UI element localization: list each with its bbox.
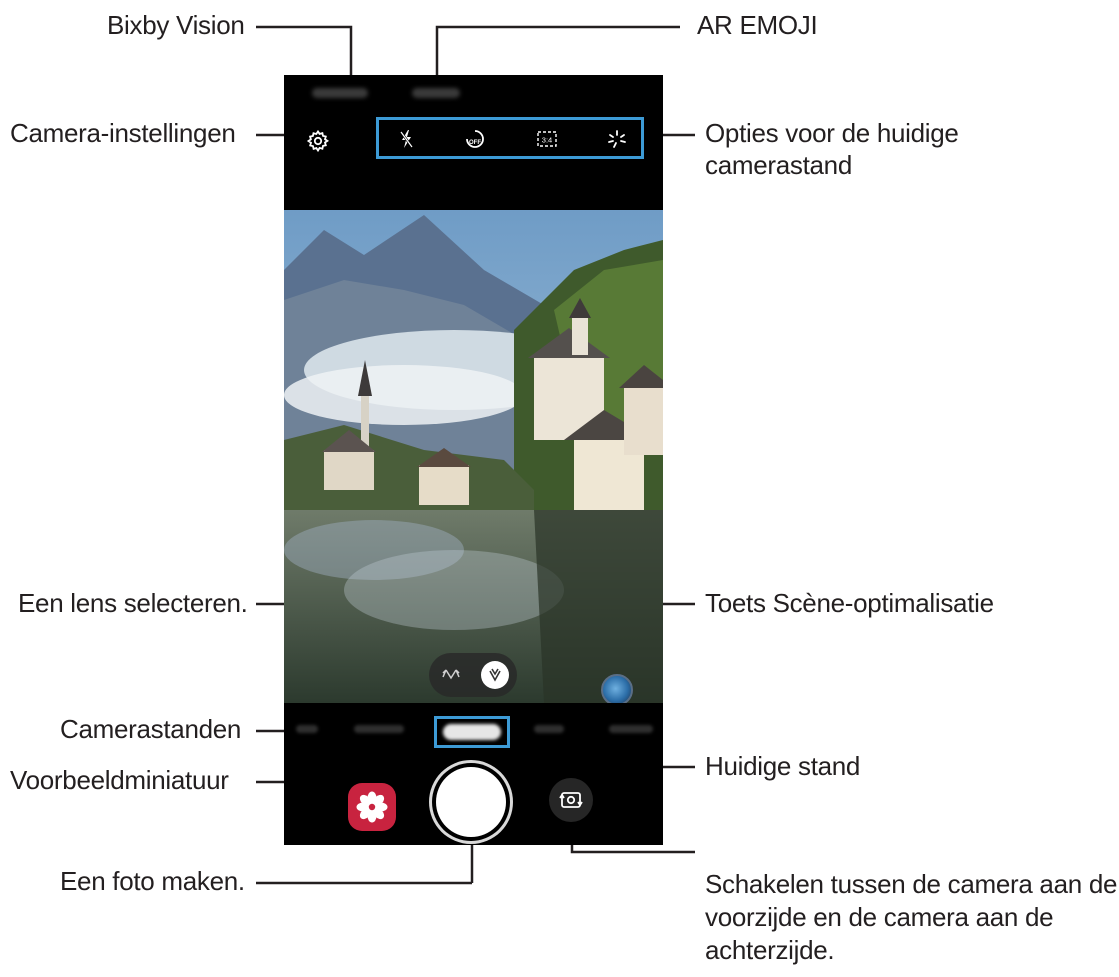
timer-off-label: OFF bbox=[469, 140, 481, 146]
switch-camera-icon bbox=[559, 792, 583, 808]
aspect-ratio-icon[interactable]: 3:4 bbox=[535, 128, 559, 150]
mode-item[interactable] bbox=[534, 725, 564, 733]
preview-thumbnail[interactable] bbox=[348, 783, 396, 831]
mode-item[interactable] bbox=[354, 725, 404, 733]
shutter-button[interactable] bbox=[436, 767, 506, 837]
flash-off-icon[interactable] bbox=[395, 128, 419, 150]
mode-item[interactable] bbox=[609, 725, 653, 733]
mode-options-bar: OFF 3:4 bbox=[376, 117, 644, 159]
callout-current-mode: Huidige stand bbox=[705, 751, 861, 781]
current-mode-indicator[interactable] bbox=[434, 716, 510, 748]
ultra-wide-lens-icon[interactable] bbox=[481, 661, 509, 689]
camera-viewfinder[interactable] bbox=[284, 210, 663, 703]
mode-item[interactable] bbox=[296, 725, 318, 733]
wide-lens-icon[interactable] bbox=[437, 661, 465, 689]
callout-select-lens: Een lens selecteren. bbox=[18, 588, 248, 618]
bixby-vision-button[interactable] bbox=[312, 88, 368, 98]
filter-icon[interactable] bbox=[605, 128, 629, 150]
ar-emoji-button[interactable] bbox=[412, 88, 460, 98]
callout-camera-settings: Camera-instellingen bbox=[10, 118, 236, 148]
callout-switch-camera-line3: achterzijde. bbox=[705, 935, 835, 965]
callout-take-photo: Een foto maken. bbox=[60, 866, 245, 896]
callout-mode-options-line2: camerastand bbox=[705, 150, 852, 180]
camera-top-bar: OFF 3:4 bbox=[284, 75, 663, 210]
phone-screen: OFF 3:4 bbox=[284, 75, 663, 845]
switch-camera-button[interactable] bbox=[549, 778, 593, 822]
lens-selector bbox=[429, 653, 517, 697]
callout-switch-camera-line2: voorzijde en de camera aan de bbox=[705, 902, 1054, 932]
callout-ar-emoji: AR EMOJI bbox=[697, 10, 818, 40]
camera-modes-bar bbox=[284, 703, 663, 753]
scene-optimizer-button[interactable] bbox=[601, 674, 633, 706]
gallery-flower-icon bbox=[356, 791, 388, 823]
callout-mode-options-line1: Opties voor de huidige bbox=[705, 118, 959, 148]
gear-icon[interactable] bbox=[306, 129, 330, 153]
callout-switch-camera-line1: Schakelen tussen de camera aan de bbox=[705, 869, 1118, 899]
timer-off-icon[interactable]: OFF bbox=[463, 128, 487, 150]
callout-camera-modes: Camerastanden bbox=[60, 714, 242, 744]
aspect-ratio-label: 3:4 bbox=[542, 136, 552, 145]
camera-bottom-bar bbox=[284, 753, 663, 845]
callout-scene-optimizer: Toets Scène-optimalisatie bbox=[705, 588, 994, 618]
current-mode-pill bbox=[443, 724, 501, 740]
callout-bixby-vision: Bixby Vision bbox=[107, 10, 245, 40]
callout-preview-thumbnail: Voorbeeldminiatuur bbox=[10, 765, 229, 795]
